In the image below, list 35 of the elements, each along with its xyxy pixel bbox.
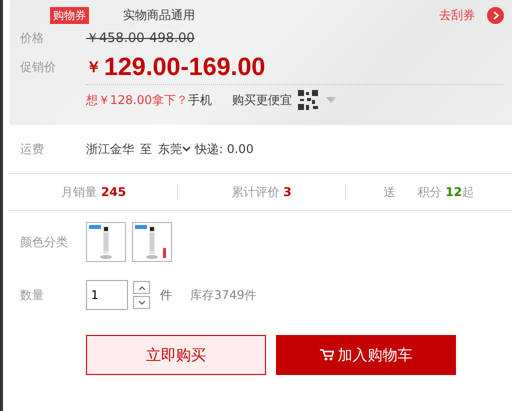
stock-text: 库存3749件 (190, 286, 257, 304)
promo-price: 129.00-169.00 (104, 52, 266, 82)
promo-price-label: 促销价 (20, 58, 57, 76)
shipping-label: 运费 (20, 140, 45, 158)
increment-button[interactable] (133, 281, 150, 294)
caret-down-icon (138, 300, 144, 304)
original-price: ￥458.00-498.00 (86, 30, 195, 47)
decrement-button[interactable] (133, 296, 150, 309)
caret-up-icon (138, 286, 144, 290)
unit-text: 件 (160, 286, 172, 304)
currency-sign: ￥ (86, 58, 101, 76)
buy-now-button[interactable]: 立即购买 (86, 335, 266, 375)
coupon-text: 实物商品通用 (123, 6, 195, 24)
stat-text: 累计评价 3 (177, 184, 345, 200)
coupon-badge: 购物券 (50, 6, 89, 24)
ship-from: 浙江金华 (86, 140, 134, 158)
price-label: 价格 (20, 30, 45, 46)
qr-code-icon (298, 90, 318, 110)
mobile-text: 购买更便宜 (232, 92, 292, 108)
chevron-down-icon[interactable] (182, 146, 191, 152)
shipping-method: 快递: 0.00 (195, 140, 254, 158)
color-label: 颜色分类 (20, 234, 69, 250)
chevron-right-icon (492, 10, 500, 20)
quantity-label: 数量 (20, 286, 45, 304)
add-to-cart-button[interactable]: 加入购物车 (276, 335, 456, 375)
quantity-input[interactable]: 1 (86, 280, 128, 310)
next-button[interactable] (487, 6, 504, 24)
cart-icon (320, 349, 334, 361)
mobile-text: 手机 (188, 92, 212, 108)
stat-text: 月销量 245 (60, 184, 128, 200)
ship-to-word: 至 (140, 140, 152, 158)
stat-text: 送 积分 12起 (344, 184, 512, 200)
scratch-coupon-link[interactable]: 去刮券 (439, 6, 475, 24)
destination-selector[interactable]: 东莞 (158, 140, 182, 158)
mobile-offer: 想￥128.00拿下？ (86, 92, 188, 108)
